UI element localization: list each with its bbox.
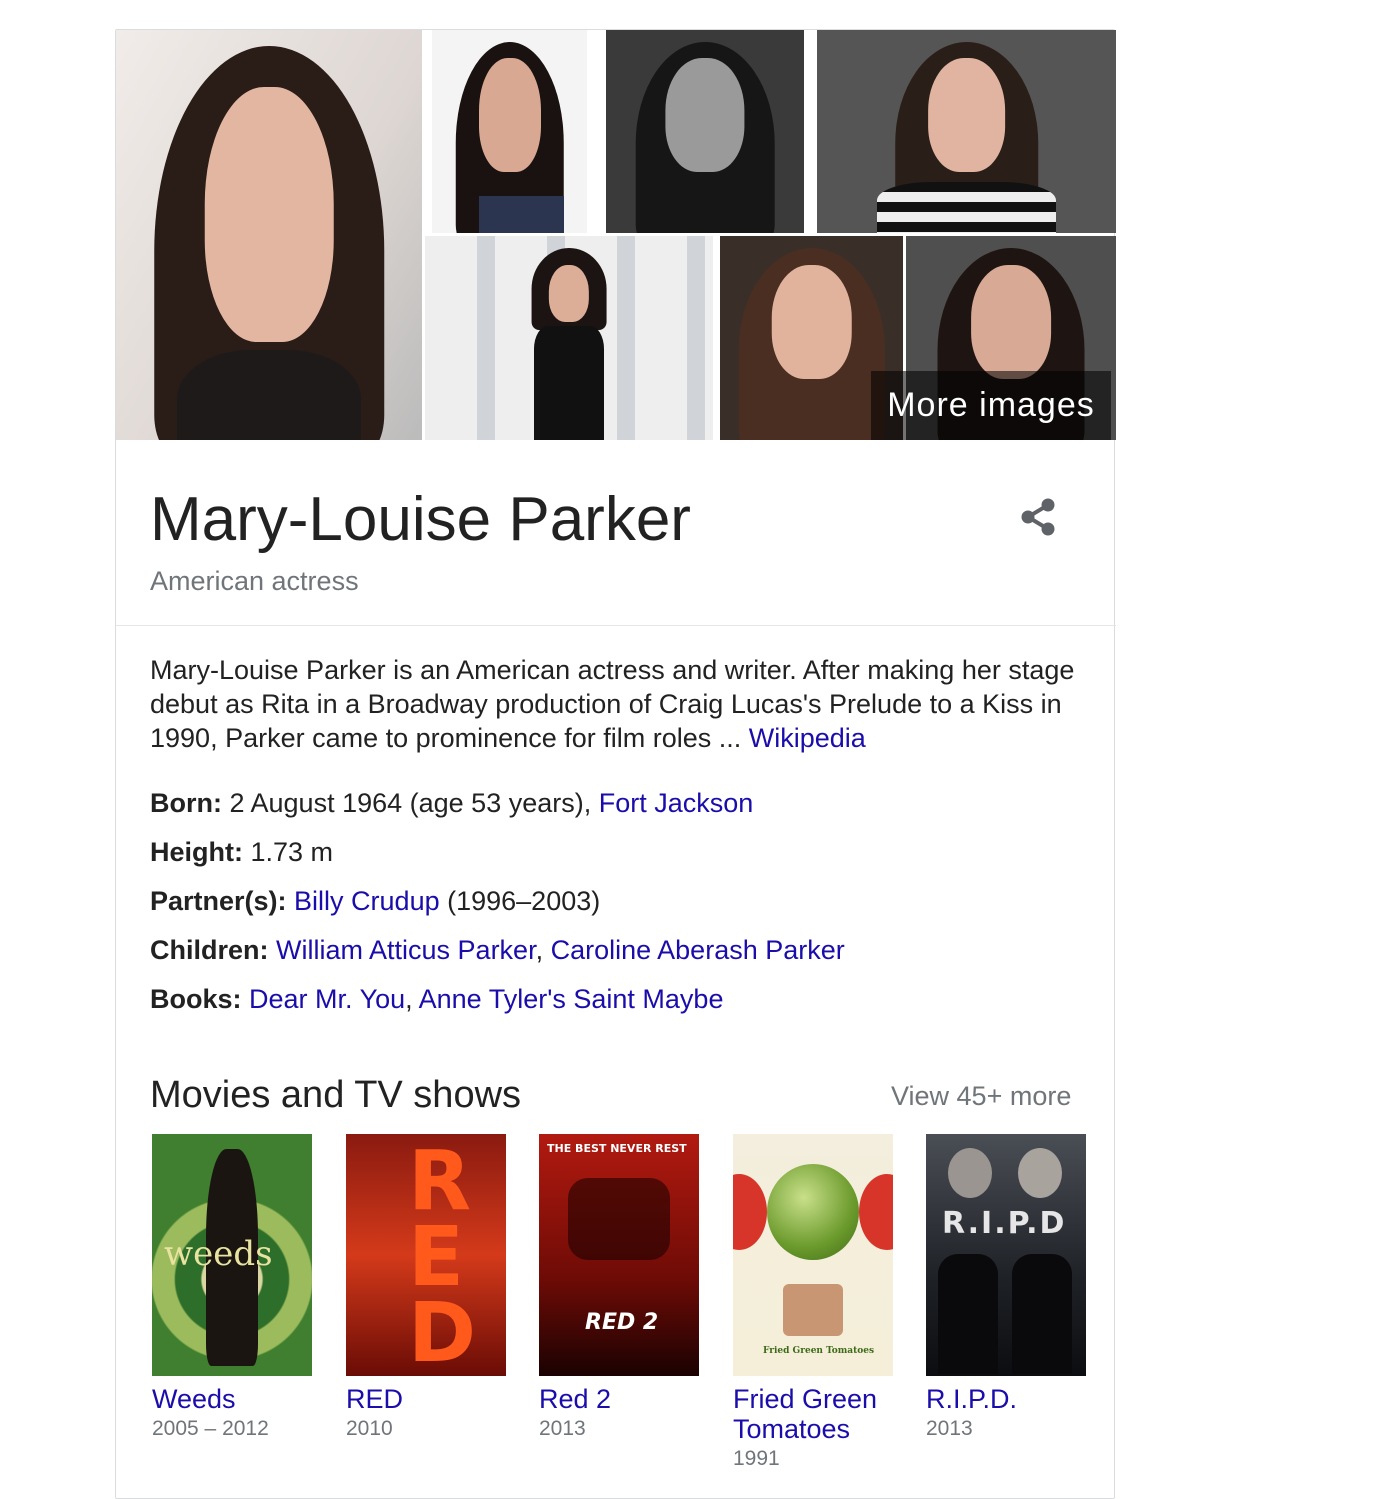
movie-poster[interactable]: THE BEST NEVER REST RED 2 [539, 1134, 699, 1376]
movie-title[interactable]: Fried Green Tomatoes [733, 1384, 893, 1444]
separator: , [405, 984, 419, 1014]
knowledge-panel: More images Mary-Louise Parker American … [115, 29, 1116, 1499]
fact-height: Height: 1.73 m [150, 836, 845, 885]
description-text: Mary-Louise Parker is an American actres… [150, 655, 1075, 753]
fact-label: Born: [150, 788, 222, 818]
movie-poster[interactable]: weeds [152, 1134, 312, 1376]
movie-year: 2010 [346, 1417, 393, 1440]
more-images-button[interactable]: More images [871, 371, 1111, 440]
movie-title[interactable]: R.I.P.D. [926, 1384, 1086, 1414]
movie-year: 2013 [926, 1417, 973, 1440]
movie-title[interactable]: Weeds [152, 1384, 312, 1414]
fact-label: Children: [150, 935, 269, 965]
movie-card-red[interactable]: RED RED 2010 [346, 1134, 506, 1444]
birthplace-link[interactable]: Fort Jackson [599, 788, 754, 818]
photo-thumbnail[interactable] [425, 236, 713, 440]
child-link[interactable]: William Atticus Parker [276, 935, 536, 965]
share-icon[interactable] [1014, 492, 1064, 542]
movie-year: 2005 – 2012 [152, 1417, 269, 1440]
poster-title: R.I.P.D [942, 1206, 1067, 1241]
book-link[interactable]: Dear Mr. You [249, 984, 405, 1014]
photo-thumbnail[interactable] [817, 30, 1116, 233]
movie-card-ripd[interactable]: R.I.P.D R.I.P.D. 2013 [926, 1134, 1086, 1444]
fact-label: Height: [150, 837, 243, 867]
photo-thumbnail[interactable] [606, 30, 804, 233]
fact-value: 2 August 1964 (age 53 years), [221, 788, 599, 818]
fact-born: Born: 2 August 1964 (age 53 years), Fort… [150, 787, 845, 836]
fact-value: (1996–2003) [439, 886, 601, 916]
entity-name: Mary-Louise Parker [150, 485, 691, 554]
movie-poster[interactable]: RED [346, 1134, 506, 1376]
fact-books: Books: Dear Mr. You, Anne Tyler's Saint … [150, 983, 845, 1032]
movie-poster[interactable]: R.I.P.D [926, 1134, 1086, 1376]
entity-subtitle: American actress [150, 566, 359, 596]
photo-thumbnail[interactable] [432, 30, 587, 233]
fact-label: Books: [150, 984, 242, 1014]
facts-list: Born: 2 August 1964 (age 53 years), Fort… [150, 787, 845, 1032]
movie-year: 2013 [539, 1417, 586, 1440]
movie-title[interactable]: RED [346, 1384, 506, 1414]
fact-children: Children: William Atticus Parker, Caroli… [150, 934, 845, 983]
movies-section-title: Movies and TV shows [150, 1074, 522, 1116]
fact-label: Partner(s): [150, 886, 287, 916]
image-collage: More images [116, 30, 1116, 440]
poster-title: RED 2 [585, 1310, 659, 1335]
poster-title: RED [408, 1134, 477, 1376]
separator: , [535, 935, 551, 965]
poster-tagline: THE BEST NEVER REST [547, 1142, 687, 1155]
description: Mary-Louise Parker is an American actres… [150, 653, 1090, 755]
poster-title: Fried Green Tomatoes [763, 1346, 875, 1356]
movie-title[interactable]: Red 2 [539, 1384, 699, 1414]
poster-title: weeds [164, 1234, 273, 1274]
fact-partners: Partner(s): Billy Crudup (1996–2003) [150, 885, 845, 934]
book-link[interactable]: Anne Tyler's Saint Maybe [419, 984, 724, 1014]
fact-value: 1.73 m [242, 837, 334, 867]
child-link[interactable]: Caroline Aberash Parker [551, 935, 845, 965]
movie-poster[interactable]: Fried Green Tomatoes [733, 1134, 893, 1376]
view-more-link[interactable]: View 45+ more [891, 1081, 1071, 1112]
movie-card-red-2[interactable]: THE BEST NEVER REST RED 2 Red 2 2013 [539, 1134, 699, 1444]
title-section: Mary-Louise Parker American actress [116, 440, 1116, 626]
wikipedia-link[interactable]: Wikipedia [749, 723, 866, 753]
movie-card-weeds[interactable]: weeds Weeds 2005 – 2012 [152, 1134, 312, 1444]
main-photo[interactable] [116, 30, 422, 440]
partner-link[interactable]: Billy Crudup [294, 886, 440, 916]
movie-card-fried-green-tomatoes[interactable]: Fried Green Tomatoes Fried Green Tomatoe… [733, 1134, 893, 1474]
movie-year: 1991 [733, 1447, 780, 1470]
